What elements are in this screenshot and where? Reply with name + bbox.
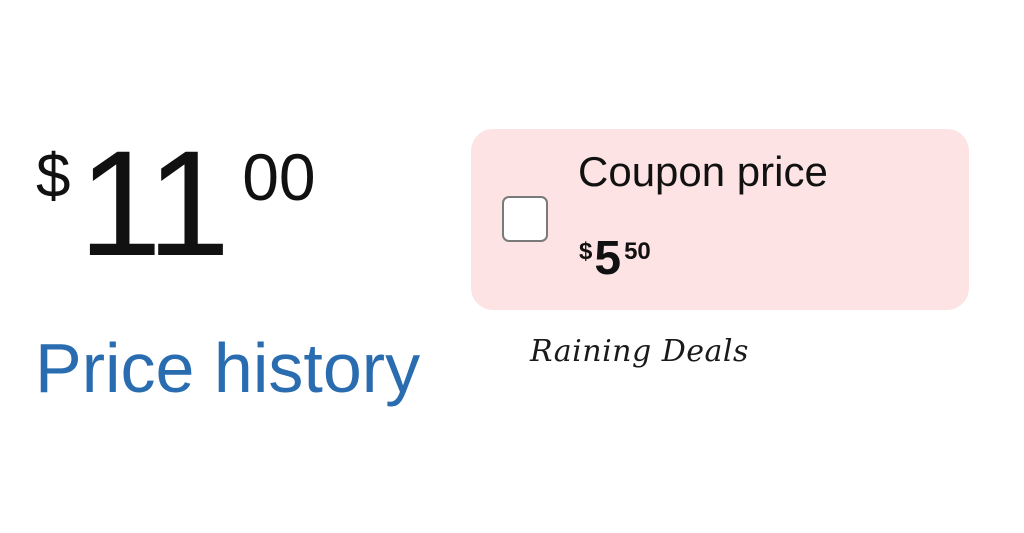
price-whole: 11 bbox=[78, 119, 230, 287]
price-history-link[interactable]: Price history bbox=[35, 330, 420, 407]
price-currency-symbol: $ bbox=[36, 142, 71, 211]
coupon-price-whole: 5 bbox=[594, 232, 622, 285]
watermark-logo: Raining Deals bbox=[530, 334, 749, 369]
coupon-label: Coupon price bbox=[578, 148, 828, 195]
price-fraction: 00 bbox=[242, 140, 316, 214]
coupon-checkbox[interactable] bbox=[502, 196, 548, 242]
coupon-panel: Coupon price $ 5 50 bbox=[471, 129, 969, 310]
coupon-price: $ 5 50 bbox=[579, 235, 651, 283]
coupon-price-fraction: 50 bbox=[624, 238, 651, 265]
product-price: $ 11 00 bbox=[36, 128, 316, 278]
coupon-price-currency-symbol: $ bbox=[579, 238, 593, 265]
